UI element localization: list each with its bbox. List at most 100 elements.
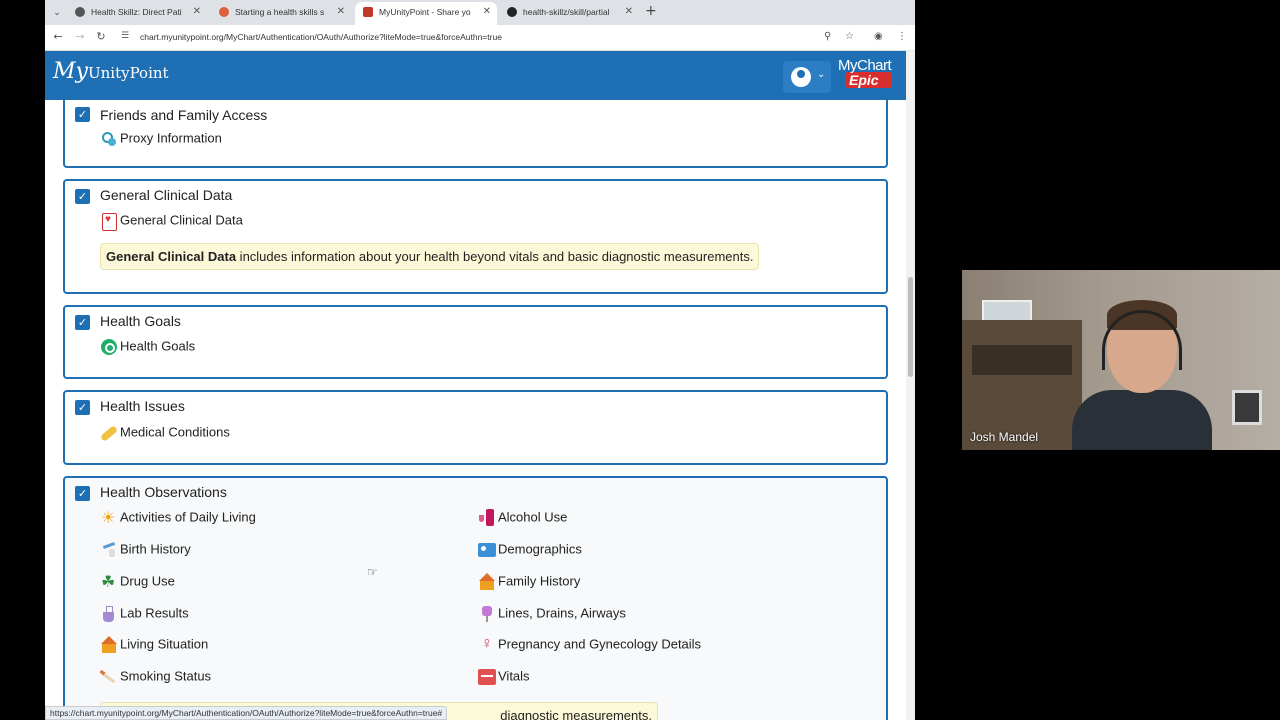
scope-item-label: Alcohol Use — [498, 509, 568, 525]
scope-item-vitals: Vitals — [478, 668, 530, 686]
tab-search-chevron-icon[interactable]: ⌄ — [49, 5, 65, 21]
scope-item-lines-drains-airways: Lines, Drains, Airways — [478, 605, 626, 623]
scope-item-label: Birth History — [120, 541, 191, 557]
account-menu-button[interactable]: ⌄ — [783, 61, 831, 93]
scope-item-birth-history: Birth History — [100, 541, 191, 559]
tab-health-skillz-github[interactable]: health-skillz/skill/partial ✕ — [499, 2, 639, 25]
house-icon — [100, 636, 118, 654]
scope-item-smoking-status: Smoking Status — [100, 668, 211, 686]
house-icon — [478, 573, 496, 591]
profile-icon[interactable]: ◉ — [874, 31, 883, 42]
scope-item-alcohol-use: Alcohol Use — [478, 509, 567, 527]
close-tab-icon[interactable]: ✕ — [483, 2, 491, 22]
scope-item-label: Pregnancy and Gynecology Details — [498, 636, 702, 652]
scope-checkbox-general-clinical[interactable]: ✓ — [75, 189, 90, 204]
scope-item-label: Family History — [498, 573, 581, 589]
scope-item-label: Medical Conditions — [120, 424, 230, 440]
site-info-icon[interactable]: ☰ — [121, 31, 129, 41]
tab-label: health-skillz/skill/partial — [523, 7, 610, 17]
target-icon — [100, 338, 118, 356]
webcam-person-body — [1072, 390, 1212, 450]
scope-item-family-history: Family History — [478, 573, 580, 591]
scope-item-pregnancy-gynecology: Pregnancy and Gynecology Details — [478, 635, 702, 654]
scope-item-label: Health Goals — [120, 338, 196, 354]
stork-icon — [100, 541, 118, 559]
scope-item-label: Lines, Drains, Airways — [498, 605, 626, 621]
scope-item-general-clinical: General Clinical Data — [100, 212, 243, 231]
scope-checkbox-health-observations[interactable]: ✓ — [75, 486, 90, 501]
scope-item-medical-conditions: Medical Conditions — [100, 424, 230, 442]
bandaid-icon — [100, 424, 118, 442]
globe-icon — [75, 7, 85, 17]
scope-item-living-situation: Living Situation — [100, 636, 208, 654]
proxy-icon — [100, 130, 118, 148]
scope-card-health-issues: ✓ Health Issues Medical Conditions — [63, 390, 888, 465]
url-text: chart.myunitypoint.org/MyChart/Authentic… — [140, 32, 502, 42]
card-title: Health Issues — [100, 398, 185, 414]
back-arrow-icon[interactable]: ← — [51, 30, 65, 43]
iv-bag-icon — [478, 605, 496, 623]
scope-card-health-observations: ✓ Health Observations Activities of Dail… — [63, 476, 888, 720]
reload-icon[interactable]: ↻ — [94, 30, 108, 43]
sun-icon — [100, 508, 118, 528]
address-bar[interactable]: ☰ chart.myunitypoint.org/MyChart/Authent… — [115, 28, 860, 48]
webcam-picture-frame — [1232, 390, 1262, 425]
close-tab-icon[interactable]: ✕ — [625, 2, 633, 22]
tab-label: Starting a health skills s — [235, 7, 325, 17]
card-title: General Clinical Data — [100, 187, 233, 203]
page-scrollbar[interactable] — [906, 51, 915, 720]
scope-item-label: Drug Use — [120, 573, 175, 589]
card-title: Health Observations — [100, 484, 227, 500]
bookmark-star-icon[interactable]: ☆ — [845, 31, 854, 42]
webcam-shelf-items — [972, 345, 1072, 375]
note-bold-text: General Clinical Data — [106, 249, 237, 264]
screen: ⌄ Health Skillz: Direct Pati ✕ Starting … — [0, 0, 1280, 720]
scope-item-label: Smoking Status — [120, 668, 212, 684]
scope-checkbox-health-goals[interactable]: ✓ — [75, 315, 90, 330]
note-text: includes information about your health b… — [236, 249, 754, 264]
leaf-icon — [100, 572, 118, 592]
tab-health-skillz-direct[interactable]: Health Skillz: Direct Pati ✕ — [67, 2, 207, 25]
forward-arrow-icon[interactable]: → — [73, 30, 87, 43]
scope-item-lab-results: Lab Results — [100, 605, 189, 623]
uterus-icon — [478, 635, 496, 654]
scope-checkbox-friends-family[interactable]: ✓ — [75, 107, 90, 122]
tab-bar: ⌄ Health Skillz: Direct Pati ✕ Starting … — [45, 0, 915, 25]
browser-window: ⌄ Health Skillz: Direct Pati ✕ Starting … — [45, 0, 915, 720]
webcam-video: Josh Mandel — [962, 270, 1280, 450]
note-text: diagnostic measurements. — [500, 708, 652, 720]
scope-item-drug-use: Drug Use — [100, 572, 175, 592]
tab-starting-health-skills[interactable]: Starting a health skills s ✕ — [211, 2, 351, 25]
zoom-icon[interactable]: ⚲ — [824, 31, 831, 42]
browser-toolbar: ← → ↻ ☰ chart.myunitypoint.org/MyChart/A… — [45, 25, 915, 51]
scope-card-health-goals: ✓ Health Goals Health Goals — [63, 305, 888, 379]
cigarette-icon — [100, 668, 118, 686]
tab-myunitypoint[interactable]: MyUnityPoint - Share yo ✕ — [355, 2, 497, 25]
claude-icon — [219, 7, 229, 17]
close-tab-icon[interactable]: ✕ — [337, 2, 345, 22]
scope-item-label: Lab Results — [120, 605, 189, 621]
flask-icon — [100, 605, 118, 623]
new-tab-plus-icon[interactable]: + — [645, 3, 657, 19]
scrollbar-thumb[interactable] — [908, 277, 913, 377]
close-tab-icon[interactable]: ✕ — [193, 2, 201, 22]
scope-item-label: Activities of Daily Living — [120, 509, 256, 525]
chevron-down-icon: ⌄ — [817, 69, 826, 80]
scope-item-label: Vitals — [498, 668, 530, 684]
clinical-card-icon — [100, 212, 118, 231]
card-title: Health Goals — [100, 313, 181, 329]
logo-my-text: My — [53, 59, 88, 84]
status-bar-url: https://chart.myunitypoint.org/MyChart/A… — [45, 706, 448, 720]
tab-label: MyUnityPoint - Share yo — [379, 7, 471, 17]
scope-list: ✓ Friends and Family Access Proxy Inform… — [45, 100, 906, 720]
hand-cursor-icon: ☞ — [367, 565, 378, 579]
participant-name: Josh Mandel — [970, 430, 1039, 444]
scope-checkbox-health-issues[interactable]: ✓ — [75, 400, 90, 415]
unitypoint-logo[interactable]: MyUnityPoint — [53, 59, 169, 84]
menu-kebab-icon[interactable]: ⋮ — [897, 31, 907, 42]
mychart-epic-logo: MyChart Epic — [838, 57, 892, 88]
general-clinical-note: General Clinical Data includes informati… — [100, 243, 760, 270]
scope-item-activities-daily-living: Activities of Daily Living — [100, 508, 256, 528]
id-card-icon — [478, 541, 496, 559]
github-icon — [507, 7, 517, 17]
